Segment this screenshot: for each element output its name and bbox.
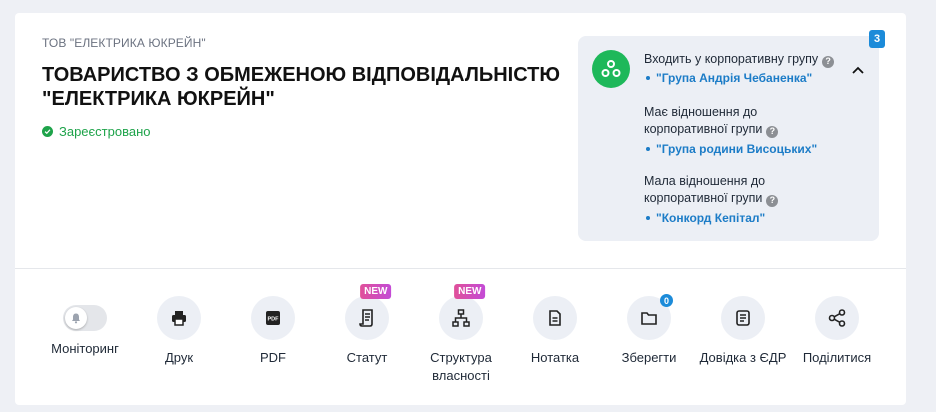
company-full-name: ТОВАРИСТВО З ОБМЕЖЕНОЮ ВІДПОВІДАЛЬНІСТЮ … bbox=[42, 64, 561, 110]
company-short-name: ТОВ "ЕЛЕКТРИКА ЮКРЕЙН" bbox=[42, 36, 206, 50]
note-icon bbox=[533, 296, 577, 340]
share-icon bbox=[815, 296, 859, 340]
bullet-icon bbox=[646, 147, 650, 151]
help-icon[interactable]: ? bbox=[766, 194, 779, 207]
pdf-icon: PDF bbox=[251, 296, 295, 340]
edr-certificate-button[interactable]: Довідка з ЄДР bbox=[693, 296, 793, 367]
new-badge: NEW bbox=[360, 284, 392, 299]
bell-icon bbox=[65, 307, 87, 329]
group-section-label: Мала відношення до корпоративної групи? bbox=[644, 173, 784, 207]
pdf-button[interactable]: PDF PDF bbox=[223, 296, 323, 367]
group-section-label: Входить у корпоративну групу? bbox=[644, 51, 864, 68]
svg-text:PDF: PDF bbox=[268, 317, 280, 323]
help-icon[interactable]: ? bbox=[766, 125, 779, 138]
action-label: Структура власності bbox=[430, 350, 492, 383]
printer-icon bbox=[157, 296, 201, 340]
saved-count-badge: 0 bbox=[660, 294, 673, 307]
statute-button[interactable]: NEW Статут bbox=[317, 284, 417, 367]
action-label: Друк bbox=[164, 350, 194, 365]
group-link[interactable]: "Група Андрія Чебаненка" bbox=[646, 71, 812, 85]
action-label: Зберегти bbox=[621, 350, 677, 365]
scroll-icon: NEW bbox=[345, 284, 392, 340]
monitoring-switch[interactable] bbox=[63, 305, 107, 331]
document-icon bbox=[721, 296, 765, 340]
groups-count-badge: 3 bbox=[869, 30, 885, 48]
action-label: Статут bbox=[346, 350, 388, 365]
divider bbox=[15, 268, 906, 269]
status-text: Зареєстровано bbox=[59, 124, 151, 139]
action-label: Моніторинг bbox=[51, 341, 119, 356]
monitoring-toggle[interactable]: Моніторинг bbox=[35, 296, 135, 358]
ownership-structure-button[interactable]: NEW Структура власності bbox=[411, 284, 511, 385]
status-badge: Зареєстровано bbox=[42, 124, 151, 139]
new-badge: NEW bbox=[454, 284, 486, 299]
bullet-icon bbox=[646, 216, 650, 220]
group-link[interactable]: "Група родини Висоцьких" bbox=[646, 142, 817, 156]
corporate-group-icon bbox=[592, 50, 630, 88]
action-label: PDF bbox=[260, 350, 286, 365]
print-button[interactable]: Друк bbox=[129, 296, 229, 367]
group-link[interactable]: "Конкорд Кепітал" bbox=[646, 211, 765, 225]
help-icon[interactable]: ? bbox=[822, 55, 835, 68]
action-label: Довідка з ЄДР bbox=[699, 350, 787, 365]
group-section-label: Має відношення до корпоративної групи? bbox=[644, 104, 784, 138]
save-button[interactable]: 0 Зберегти bbox=[599, 294, 699, 367]
action-label: Поділитися bbox=[802, 350, 872, 365]
share-button[interactable]: Поділитися bbox=[787, 296, 887, 367]
note-button[interactable]: Нотатка bbox=[505, 296, 605, 367]
bullet-icon bbox=[646, 76, 650, 80]
check-icon bbox=[42, 126, 53, 137]
action-label: Нотатка bbox=[530, 350, 580, 365]
folder-icon: 0 bbox=[627, 294, 673, 340]
hierarchy-icon: NEW bbox=[439, 284, 486, 340]
